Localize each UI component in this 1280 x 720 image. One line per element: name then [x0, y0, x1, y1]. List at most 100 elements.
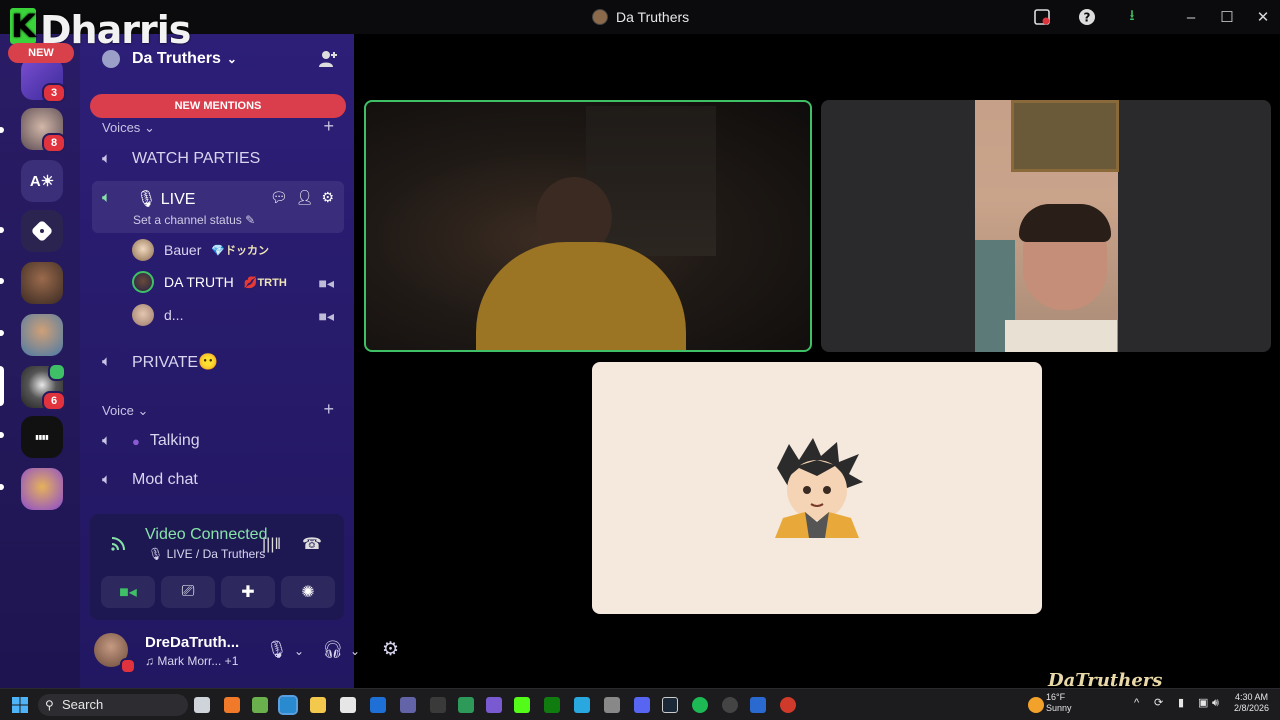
discord-icon[interactable]	[634, 697, 650, 713]
selected-indicator	[0, 366, 4, 406]
server-boost-icon	[102, 50, 120, 68]
inbox-icon[interactable]	[1031, 6, 1053, 28]
voice-status[interactable]: Video Connected	[145, 526, 267, 544]
username[interactable]: DreDaTruth...	[145, 634, 239, 651]
voice-user[interactable]: d...	[132, 304, 183, 326]
app-icon[interactable]	[252, 697, 268, 713]
tray-sync-icon[interactable]: ⟳	[1154, 698, 1163, 709]
video-tile-avatar[interactable]	[592, 362, 1042, 614]
store-icon[interactable]	[340, 697, 356, 713]
video-tile[interactable]	[821, 100, 1271, 352]
user-panel: DreDaTruth... ♫ Mark Morr... +1 🎙 ⌄ 🎧︎ ⌄…	[90, 628, 399, 678]
task-view-icon[interactable]	[194, 697, 210, 713]
windows-start-icon[interactable]	[12, 697, 28, 713]
unread-pip	[0, 484, 4, 490]
app-icon[interactable]	[750, 697, 766, 713]
channel-status-button[interactable]: Set a channel status ✎	[133, 213, 255, 227]
noise-suppression-icon[interactable]: |||‖	[262, 536, 281, 554]
category-voices[interactable]: Voices ⌄	[102, 120, 155, 136]
app-icon[interactable]	[780, 697, 796, 713]
unread-pip	[0, 278, 4, 284]
dnd-status-icon	[120, 658, 136, 674]
chevron-down-icon[interactable]: ⌄	[350, 644, 360, 658]
server-item[interactable]	[21, 314, 63, 356]
server-item[interactable]: 8	[21, 108, 66, 153]
channel-watch-parties[interactable]: 🔈︎ WATCH PARTIES	[102, 150, 260, 168]
chevron-down-icon: ⌄	[143, 120, 155, 135]
add-channel-icon[interactable]: +	[323, 116, 334, 137]
channel-mod-chat[interactable]: 🔈︎ Mod chat	[102, 471, 198, 489]
server-item[interactable]: 3	[21, 58, 66, 103]
taskbar-search[interactable]: ⚲ Search	[38, 694, 188, 716]
add-member-icon[interactable]	[318, 50, 338, 73]
pencil-icon: ✎	[245, 213, 256, 227]
firefox-icon[interactable]	[224, 697, 240, 713]
edge-icon[interactable]	[278, 695, 298, 715]
weather-icon[interactable]	[1028, 697, 1044, 713]
music-note-icon: ♫	[145, 654, 154, 668]
download-icon[interactable]: ⭳	[1121, 6, 1143, 28]
soundboard-button[interactable]: ✺	[281, 576, 335, 608]
file-explorer-icon[interactable]	[310, 697, 326, 713]
channel-talking[interactable]: 🔈︎ ● Talking	[102, 432, 200, 450]
soundboard-icon: ✺	[301, 584, 315, 601]
maximize-icon[interactable]: ☐	[1216, 6, 1238, 28]
tray-chevron-icon[interactable]: ^	[1134, 698, 1139, 709]
settings-gear-icon[interactable]: ⚙	[321, 189, 334, 206]
unread-badge: 8	[42, 133, 66, 153]
activities-icon: ✚	[241, 584, 255, 601]
sheets-icon[interactable]	[458, 697, 474, 713]
mic-icon: 🎙	[136, 191, 157, 208]
minimize-icon[interactable]: –	[1180, 6, 1202, 28]
weather-widget[interactable]: 16°F Sunny	[1046, 692, 1072, 714]
voice-user[interactable]: Bauer 💎ドッカン	[132, 239, 269, 261]
server-avatar	[21, 210, 63, 252]
headphones-icon[interactable]: 🎧︎	[322, 640, 344, 660]
screen-share-icon: ⎚	[181, 583, 195, 600]
server-item[interactable]	[21, 210, 63, 252]
network-icon[interactable]: ▣	[1198, 698, 1208, 709]
signal-icon[interactable]	[110, 534, 128, 557]
close-icon[interactable]: ✕	[1252, 6, 1274, 28]
server-avatar	[21, 468, 63, 510]
app-icon[interactable]	[430, 697, 446, 713]
server-avatar	[21, 262, 63, 304]
server-item[interactable]: A☀	[21, 160, 63, 202]
channel-private[interactable]: 🔈︎ PRIVATE😶	[102, 352, 218, 372]
activities-button[interactable]: ✚	[221, 576, 275, 608]
chevron-down-icon[interactable]: ⌄	[294, 644, 304, 658]
screen-share-button[interactable]: ⎚	[161, 576, 215, 608]
app-icon[interactable]	[486, 697, 502, 713]
invite-icon[interactable]: 👤︎	[296, 189, 314, 206]
settings-gear-icon[interactable]: ⚙	[382, 638, 399, 661]
app-icon[interactable]	[722, 697, 738, 713]
settings-gear-icon[interactable]	[604, 697, 620, 713]
voice-user[interactable]: DA TRUTH 💋TRTH	[132, 271, 287, 293]
server-item[interactable]: ▮▮▮▮	[21, 416, 63, 458]
server-item[interactable]	[21, 468, 63, 510]
kick-icon[interactable]	[514, 697, 530, 713]
chat-icon[interactable]: 💬︎	[270, 189, 288, 206]
add-channel-icon[interactable]: +	[323, 399, 334, 420]
volume-icon[interactable]: 🔊︎	[1212, 698, 1219, 709]
video-tile-speaking[interactable]	[364, 100, 812, 352]
category-voice[interactable]: Voice ⌄	[102, 403, 148, 419]
speaker-icon: 🔈︎	[102, 150, 112, 167]
channel-live[interactable]: 🔈︎ 🎙 LIVE Set a channel status ✎ 💬︎ 👤︎ ⚙	[92, 181, 344, 233]
spotify-icon[interactable]	[692, 697, 708, 713]
microphone-icon[interactable]: 🎙	[266, 640, 288, 660]
new-mentions-button[interactable]: NEW MENTIONS	[90, 94, 346, 118]
tray-app-icon[interactable]: ▮	[1178, 698, 1184, 709]
disconnect-icon[interactable]: ☎	[302, 534, 322, 554]
clock[interactable]: 4:30 AM 2/8/2026	[1234, 692, 1269, 714]
server-item[interactable]	[21, 262, 63, 304]
outlook-icon[interactable]	[370, 697, 386, 713]
steam-icon[interactable]	[662, 697, 678, 713]
xbox-icon[interactable]	[544, 697, 560, 713]
server-item-active[interactable]: 6	[21, 363, 66, 411]
teams-icon[interactable]	[400, 697, 416, 713]
camera-button[interactable]: ■◂	[101, 576, 155, 608]
help-icon[interactable]: ?	[1076, 6, 1098, 28]
photos-icon[interactable]	[574, 697, 590, 713]
new-badge: NEW	[8, 43, 74, 63]
